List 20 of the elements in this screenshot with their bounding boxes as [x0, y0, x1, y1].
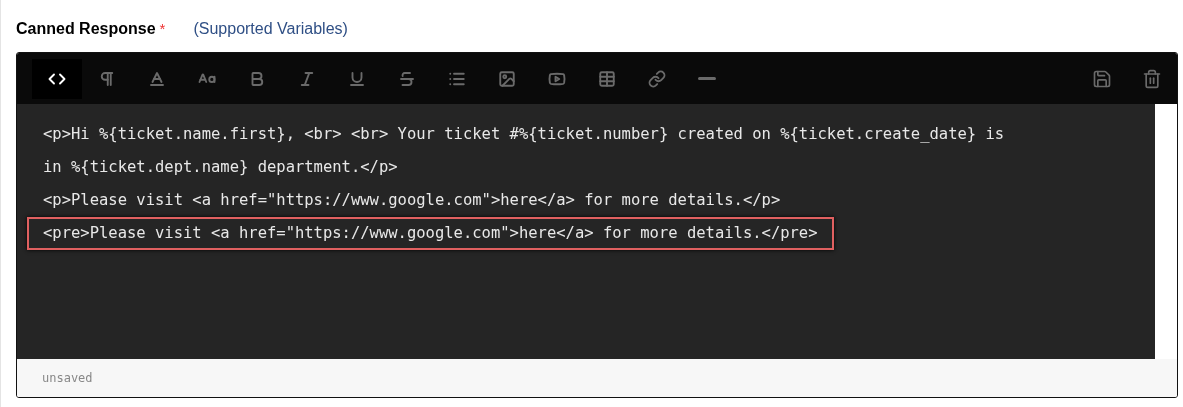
- code-area[interactable]: [17, 104, 1155, 359]
- strikethrough-icon: [398, 69, 416, 88]
- status-text: unsaved: [42, 371, 93, 385]
- trash-icon: [1142, 68, 1162, 89]
- letter-a-icon: [148, 69, 166, 88]
- table-icon: [598, 69, 616, 88]
- code-line: <p>Hi %{ticket.name.first}, <br> <br> Your ticket #%{ticket.number} created on %{ticket.create_date} is: [42, 124, 1006, 145]
- code-button[interactable]: [32, 58, 82, 99]
- image-icon: [498, 69, 516, 88]
- code-line: in %{ticket.dept.name} department.</p>: [42, 157, 399, 178]
- link-icon: [648, 69, 666, 88]
- field-label: Canned Response: [16, 20, 156, 38]
- supported-variables-link[interactable]: (Supported Variables): [193, 20, 348, 38]
- pilcrow-icon: [98, 69, 116, 88]
- italic-icon: [298, 69, 316, 88]
- required-mark: *: [159, 20, 166, 37]
- underline-icon: [348, 69, 366, 88]
- save-icon: [1092, 68, 1112, 89]
- code-line: <p>Please visit <a href="https://www.google.com">here</a> for more details.</p>: [42, 190, 782, 211]
- horizontal-line-icon: [698, 77, 716, 80]
